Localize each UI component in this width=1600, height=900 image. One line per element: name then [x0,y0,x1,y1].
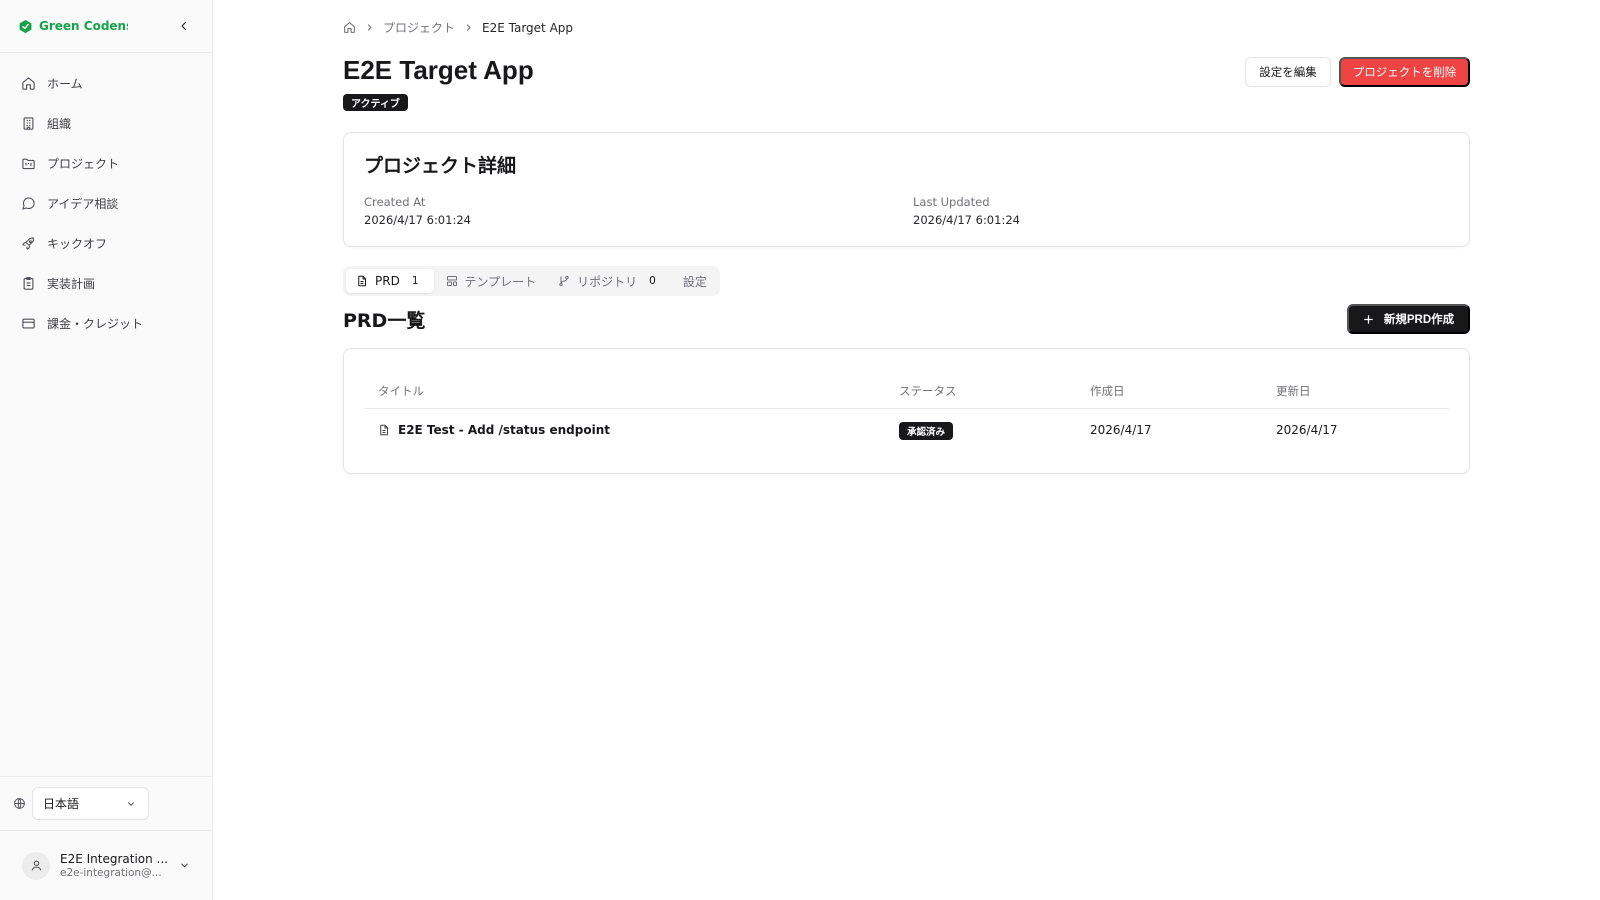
chevron-right-icon [365,23,374,32]
breadcrumb: プロジェクト E2E Target App [343,19,573,36]
delete-project-button[interactable]: プロジェクトを削除 [1339,57,1470,87]
sidebar-item-home[interactable]: ホーム [20,73,212,93]
brand-logo[interactable]: Green Codens [18,19,128,34]
status-badge: 承認済み [899,422,954,440]
created-date: 2026/4/17 [1090,423,1152,437]
sidebar-nav: ホーム 組織 プロジェクト アイデア相談 キックオフ 実装計画 課金・クレジット [0,53,212,333]
sidebar-item-label: キックオフ [47,236,108,251]
user-email: e2e-integration@... [60,867,162,879]
page-title: E2E Target App [343,55,534,85]
sidebar-item-implementation-plan[interactable]: 実装計画 [20,273,212,293]
sidebar-item-billing[interactable]: 課金・クレジット [20,313,212,333]
tab-count: 0 [649,275,656,287]
tab-label: リポジトリ [577,274,638,289]
created-at-label: Created At [364,195,426,209]
column-header-title: タイトル [378,384,424,398]
breadcrumb-home-icon[interactable] [343,21,356,34]
sidebar-item-idea-consultation[interactable]: アイデア相談 [20,193,212,213]
main-content: プロジェクト E2E Target App E2E Target App アクテ… [213,0,1600,900]
project-status-badge: アクティブ [343,94,408,111]
credit-card-icon [20,315,36,331]
sidebar-item-kickoff[interactable]: キックオフ [20,233,212,253]
collapse-sidebar-chevron-left-icon[interactable] [176,18,192,34]
created-at-value: 2026/4/17 6:01:24 [364,213,471,227]
breadcrumb-current: E2E Target App [482,20,574,35]
tab-prd[interactable]: PRD 1 [346,269,434,293]
edit-settings-button[interactable]: 設定を編集 [1245,57,1331,87]
column-header-updated: 更新日 [1276,384,1311,398]
column-header-created: 作成日 [1090,384,1125,398]
sidebar-item-label: アイデア相談 [47,196,119,211]
language-select-value: 日本語 [43,797,80,811]
sidebar-item-label: プロジェクト [47,156,120,171]
project-tabs: PRD 1 テンプレート リポジトリ 0 設定 [343,266,720,296]
building-icon [20,115,36,131]
user-name: E2E Integration ... [60,852,168,866]
brand-hexagon-icon [18,19,33,34]
created-at: Created At 2026/4/17 6:01:24 [364,195,471,227]
file-text-icon [378,424,390,436]
sidebar-item-label: 課金・クレジット [47,316,144,331]
new-prd-button[interactable]: 新規PRD作成 [1347,304,1470,334]
last-updated-label: Last Updated [913,195,990,209]
last-updated-value: 2026/4/17 6:01:24 [913,213,1020,227]
layout-template-icon [446,275,458,287]
sidebar-item-label: 組織 [47,116,72,131]
sidebar: Green Codens ホーム 組織 プロジェクト アイデア相談 キックオフ … [0,0,213,900]
table-row[interactable]: E2E Test - Add /status endpoint 承認済み 202… [364,409,1449,453]
tab-template[interactable]: テンプレート [436,269,547,293]
language-switcher: 日本語 [0,776,212,830]
user-icon [30,859,43,872]
tab-label: テンプレート [464,274,537,289]
clipboard-list-icon [20,275,36,291]
prd-title: E2E Test - Add /status endpoint [398,423,610,437]
chevron-right-icon [464,23,473,32]
new-prd-button-label: 新規PRD作成 [1383,314,1455,326]
tab-label: 設定 [682,274,707,289]
sidebar-header: Green Codens [0,0,212,53]
tab-repository[interactable]: リポジトリ 0 [548,269,671,293]
avatar [22,851,50,880]
folder-kanban-icon [20,155,36,171]
sidebar-item-label: ホーム [47,76,83,91]
details-title: プロジェクト詳細 [364,155,517,177]
breadcrumb-projects-link[interactable]: プロジェクト [383,19,455,36]
language-select[interactable]: 日本語 [32,787,149,820]
tab-count: 1 [411,275,419,287]
sidebar-item-organization[interactable]: 組織 [20,113,212,133]
globe-icon [13,797,26,810]
sidebar-item-projects[interactable]: プロジェクト [20,153,212,173]
file-text-icon [356,275,368,287]
prd-list-title: PRD一覧 [343,310,426,332]
last-updated: Last Updated 2026/4/17 6:01:24 [913,195,1020,227]
updated-date: 2026/4/17 [1276,423,1338,437]
rocket-icon [20,235,36,251]
chevron-down-icon [126,799,136,809]
tab-label: PRD [375,274,400,288]
user-menu[interactable]: E2E Integration ... e2e-integration@... [0,830,212,900]
home-icon [20,75,36,91]
tab-settings[interactable]: 設定 [673,269,717,293]
user-info: E2E Integration ... e2e-integration@... [60,852,169,879]
message-circle-icon [20,195,36,211]
brand-name: Green Codens [39,19,128,33]
prd-table: タイトル ステータス 作成日 更新日 E2E Test - Add /statu… [343,348,1470,474]
project-details-card: プロジェクト詳細 Created At 2026/4/17 6:01:24 La… [343,132,1470,247]
sidebar-item-label: 実装計画 [47,276,96,291]
column-header-status: ステータス [899,384,957,398]
prd-title-cell[interactable]: E2E Test - Add /status endpoint [378,423,610,437]
git-branch-icon [558,275,570,287]
plus-icon [1363,314,1374,325]
chevron-down-icon [179,860,190,871]
